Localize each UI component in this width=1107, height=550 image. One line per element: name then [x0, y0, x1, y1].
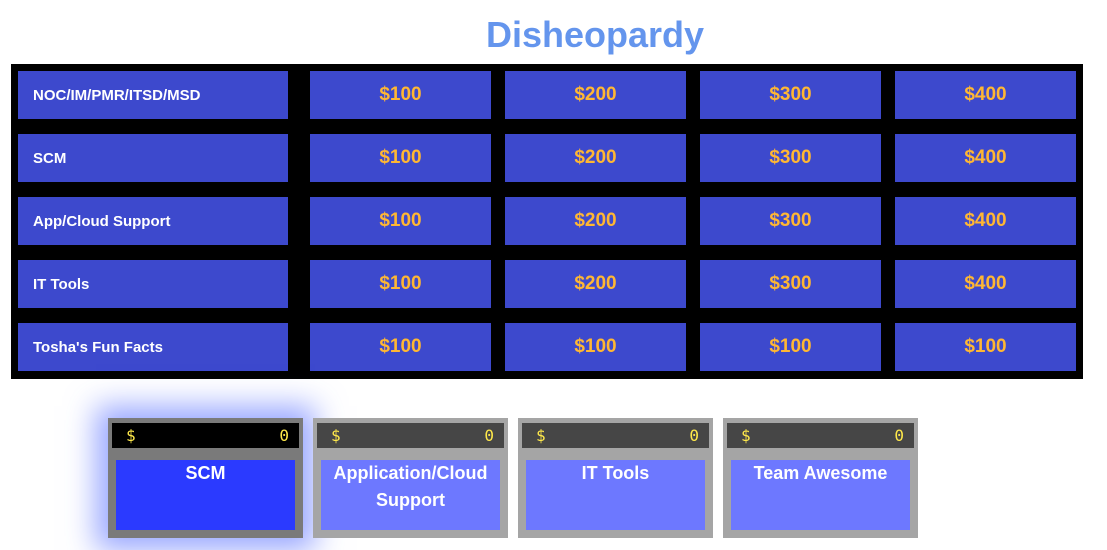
clue-tile[interactable]: $300 — [700, 134, 881, 182]
team-score: 0 — [484, 426, 494, 445]
team-name: Application/Cloud Support — [321, 460, 500, 530]
team-score: 0 — [894, 426, 904, 445]
currency-symbol: $ — [331, 426, 341, 445]
clue-tile[interactable]: $400 — [895, 260, 1076, 308]
clue-tile[interactable]: $200 — [505, 71, 686, 119]
clue-tile[interactable]: $200 — [505, 260, 686, 308]
team-name: IT Tools — [526, 460, 705, 530]
team-panel-application-cloud-support[interactable]: $ 0 Application/Cloud Support — [313, 418, 508, 538]
category-label: SCM — [18, 134, 288, 182]
team-score-display: $ 0 — [112, 423, 299, 448]
team-panel-it-tools[interactable]: $ 0 IT Tools — [518, 418, 713, 538]
team-score: 0 — [279, 426, 289, 445]
currency-symbol: $ — [536, 426, 546, 445]
clue-tile[interactable]: $100 — [505, 323, 686, 371]
team-score-display: $ 0 — [727, 423, 914, 448]
game-board: NOC/IM/PMR/ITSD/MSD $100 $200 $300 $400 … — [11, 64, 1083, 379]
clue-tile[interactable]: $100 — [310, 134, 491, 182]
team-score-display: $ 0 — [522, 423, 709, 448]
clue-tile[interactable]: $300 — [700, 71, 881, 119]
team-panel-scm[interactable]: $ 0 SCM — [108, 418, 303, 538]
clue-tile[interactable]: $400 — [895, 197, 1076, 245]
clue-tile[interactable]: $400 — [895, 71, 1076, 119]
clue-tile[interactable]: $100 — [895, 323, 1076, 371]
currency-symbol: $ — [741, 426, 751, 445]
team-name: Team Awesome — [731, 460, 910, 530]
clue-tile[interactable]: $100 — [310, 323, 491, 371]
category-label: NOC/IM/PMR/ITSD/MSD — [18, 71, 288, 119]
clue-tile[interactable]: $400 — [895, 134, 1076, 182]
clue-tile[interactable]: $300 — [700, 197, 881, 245]
team-name: SCM — [116, 460, 295, 530]
clue-tile[interactable]: $300 — [700, 260, 881, 308]
clue-tile[interactable]: $100 — [310, 197, 491, 245]
category-label: IT Tools — [18, 260, 288, 308]
team-panel-team-awesome[interactable]: $ 0 Team Awesome — [723, 418, 918, 538]
team-score-display: $ 0 — [317, 423, 504, 448]
team-score: 0 — [689, 426, 699, 445]
clue-tile[interactable]: $100 — [310, 260, 491, 308]
clue-tile[interactable]: $100 — [700, 323, 881, 371]
currency-symbol: $ — [126, 426, 136, 445]
category-label: Tosha's Fun Facts — [18, 323, 288, 371]
game-title: Disheopardy — [485, 14, 705, 55]
category-label: App/Cloud Support — [18, 197, 288, 245]
clue-tile[interactable]: $100 — [310, 71, 491, 119]
clue-tile[interactable]: $200 — [505, 134, 686, 182]
clue-tile[interactable]: $200 — [505, 197, 686, 245]
